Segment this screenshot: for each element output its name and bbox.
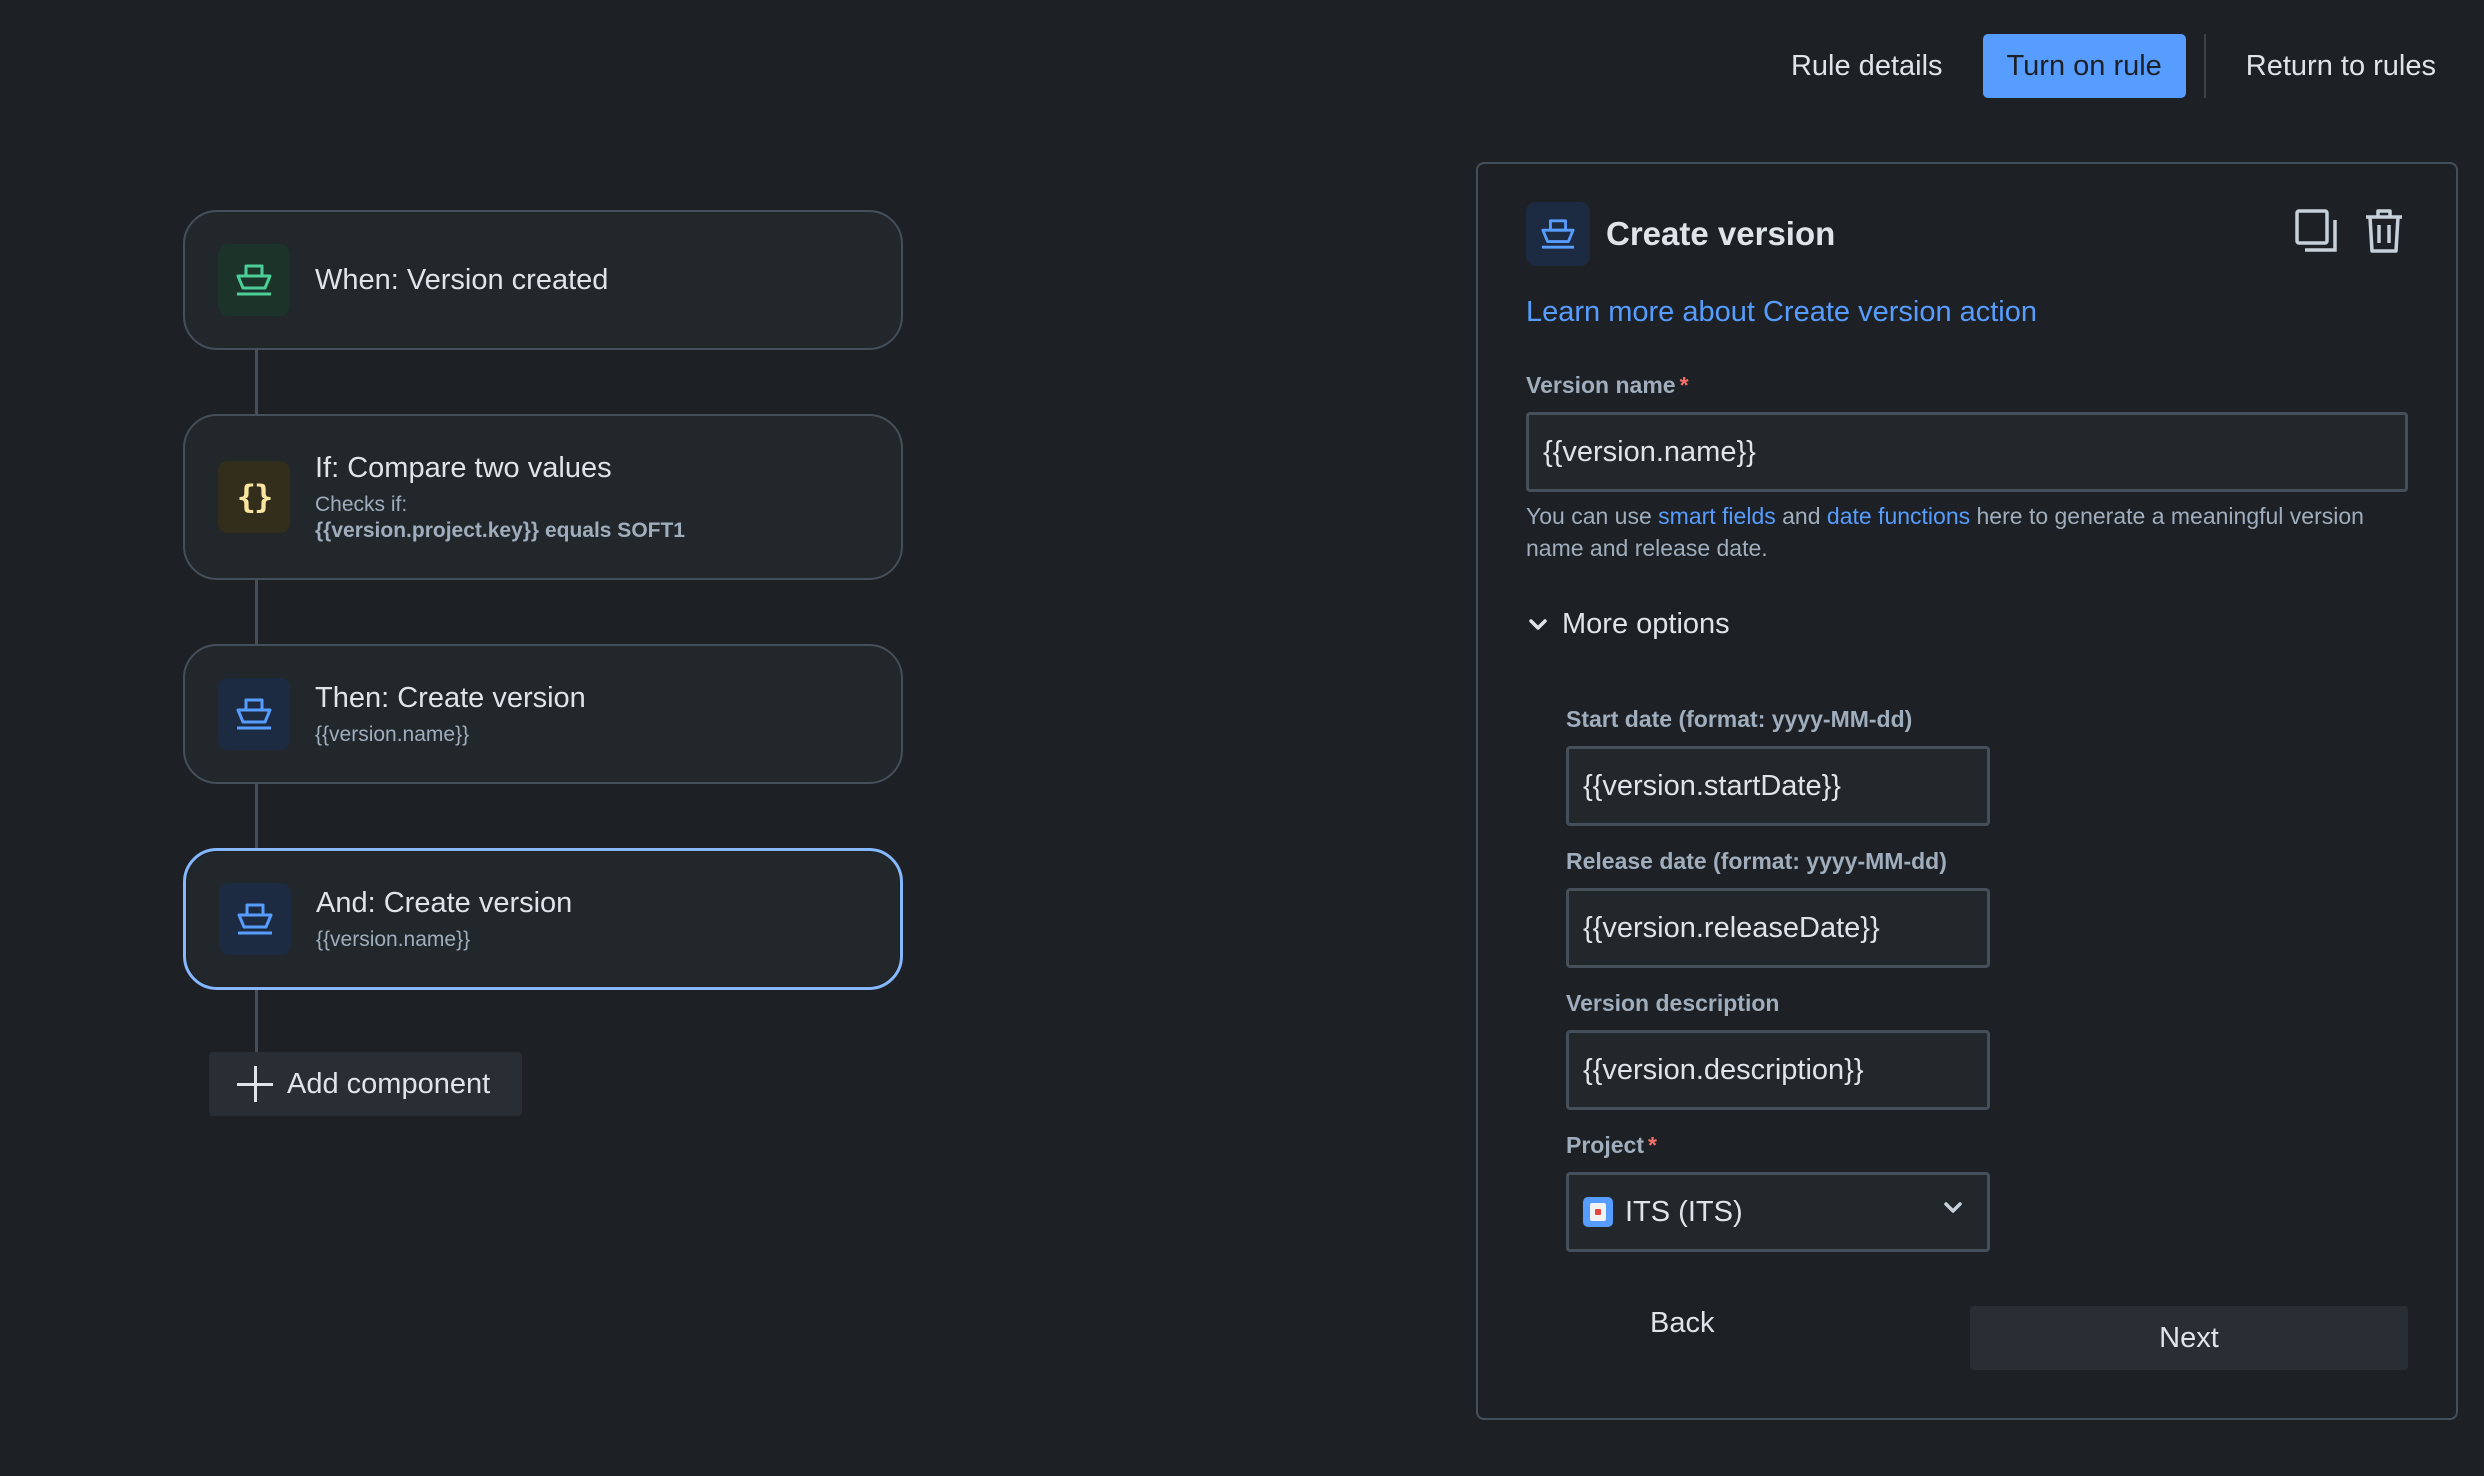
project-label: Project *: [1566, 1132, 1657, 1158]
ship-icon: [218, 678, 290, 750]
add-component-button[interactable]: Add component: [209, 1052, 522, 1116]
condition-title: If: Compare two values: [315, 451, 612, 484]
version-name-input[interactable]: {{version.name}}: [1526, 412, 2408, 492]
back-button[interactable]: Back: [1650, 1307, 1714, 1340]
start-date-input[interactable]: {{version.startDate}}: [1566, 746, 1990, 826]
duplicate-icon[interactable]: [2294, 208, 2338, 259]
braces-icon: {}: [218, 461, 290, 533]
panel-title: Create version: [1606, 215, 1836, 252]
action-config-panel: Create version Learn more about Create v…: [1476, 162, 2458, 1420]
plus-icon: [237, 1066, 273, 1102]
trigger-node[interactable]: When: Version created: [183, 210, 903, 350]
action-node-then[interactable]: Then: Create version {{version.name}}: [183, 644, 903, 784]
project-select[interactable]: ITS (ITS): [1566, 1172, 1990, 1252]
turn-on-rule-button[interactable]: Turn on rule: [1982, 34, 2186, 98]
panel-header: Create version: [1526, 202, 1835, 266]
chevron-down-icon: [1944, 1202, 1962, 1213]
release-date-label: Release date (format: yyyy-MM-dd): [1566, 848, 1947, 874]
flow-connector: [255, 350, 258, 424]
next-button[interactable]: Next: [1970, 1306, 2408, 1370]
add-component-label: Add component: [287, 1067, 491, 1100]
version-description-label: Version description: [1566, 990, 1780, 1016]
action-title: Then: Create version: [315, 681, 586, 714]
release-date-input[interactable]: {{version.releaseDate}}: [1566, 888, 1990, 968]
ship-icon: [1526, 202, 1590, 266]
toolbar-divider: [2203, 34, 2206, 98]
version-name-help: You can use smart fields and date functi…: [1526, 503, 2364, 561]
flow-connector: [255, 578, 258, 652]
panel-actions: [2294, 208, 2404, 259]
start-date-label: Start date (format: yyyy-MM-dd): [1566, 706, 1913, 732]
action-title: And: Create version: [316, 886, 573, 919]
ship-icon: [218, 244, 290, 316]
action-subtitle: {{version.name}}: [315, 722, 470, 746]
flow-connector: [255, 988, 258, 1062]
trash-icon[interactable]: [2364, 208, 2404, 259]
action-node-and[interactable]: And: Create version {{version.name}}: [183, 848, 903, 990]
more-options-toggle[interactable]: More options: [1528, 608, 1730, 641]
condition-subtitle: Checks if:: [315, 492, 408, 516]
condition-node[interactable]: {} If: Compare two values Checks if: {{v…: [183, 414, 903, 580]
learn-more-link[interactable]: Learn more about Create version action: [1526, 296, 2037, 329]
project-avatar-icon: [1583, 1197, 1613, 1227]
ship-icon: [219, 883, 291, 955]
version-name-label: Version name *: [1526, 372, 1689, 398]
top-bar: Rule details Turn on rule Return to rule…: [1769, 34, 2458, 98]
smart-fields-link[interactable]: smart fields: [1658, 503, 1776, 529]
flow-connector: [255, 784, 258, 858]
chevron-down-icon: [1529, 618, 1547, 630]
trigger-title: When: Version created: [315, 263, 609, 296]
version-description-input[interactable]: {{version.description}}: [1566, 1030, 1990, 1110]
action-subtitle: {{version.name}}: [316, 927, 471, 951]
rule-details-button[interactable]: Rule details: [1769, 50, 1965, 83]
condition-detail: {{version.project.key}} equals SOFT1: [315, 518, 685, 542]
date-functions-link[interactable]: date functions: [1827, 503, 1970, 529]
return-to-rules-button[interactable]: Return to rules: [2224, 50, 2458, 83]
project-value: ITS (ITS): [1625, 1195, 1743, 1228]
